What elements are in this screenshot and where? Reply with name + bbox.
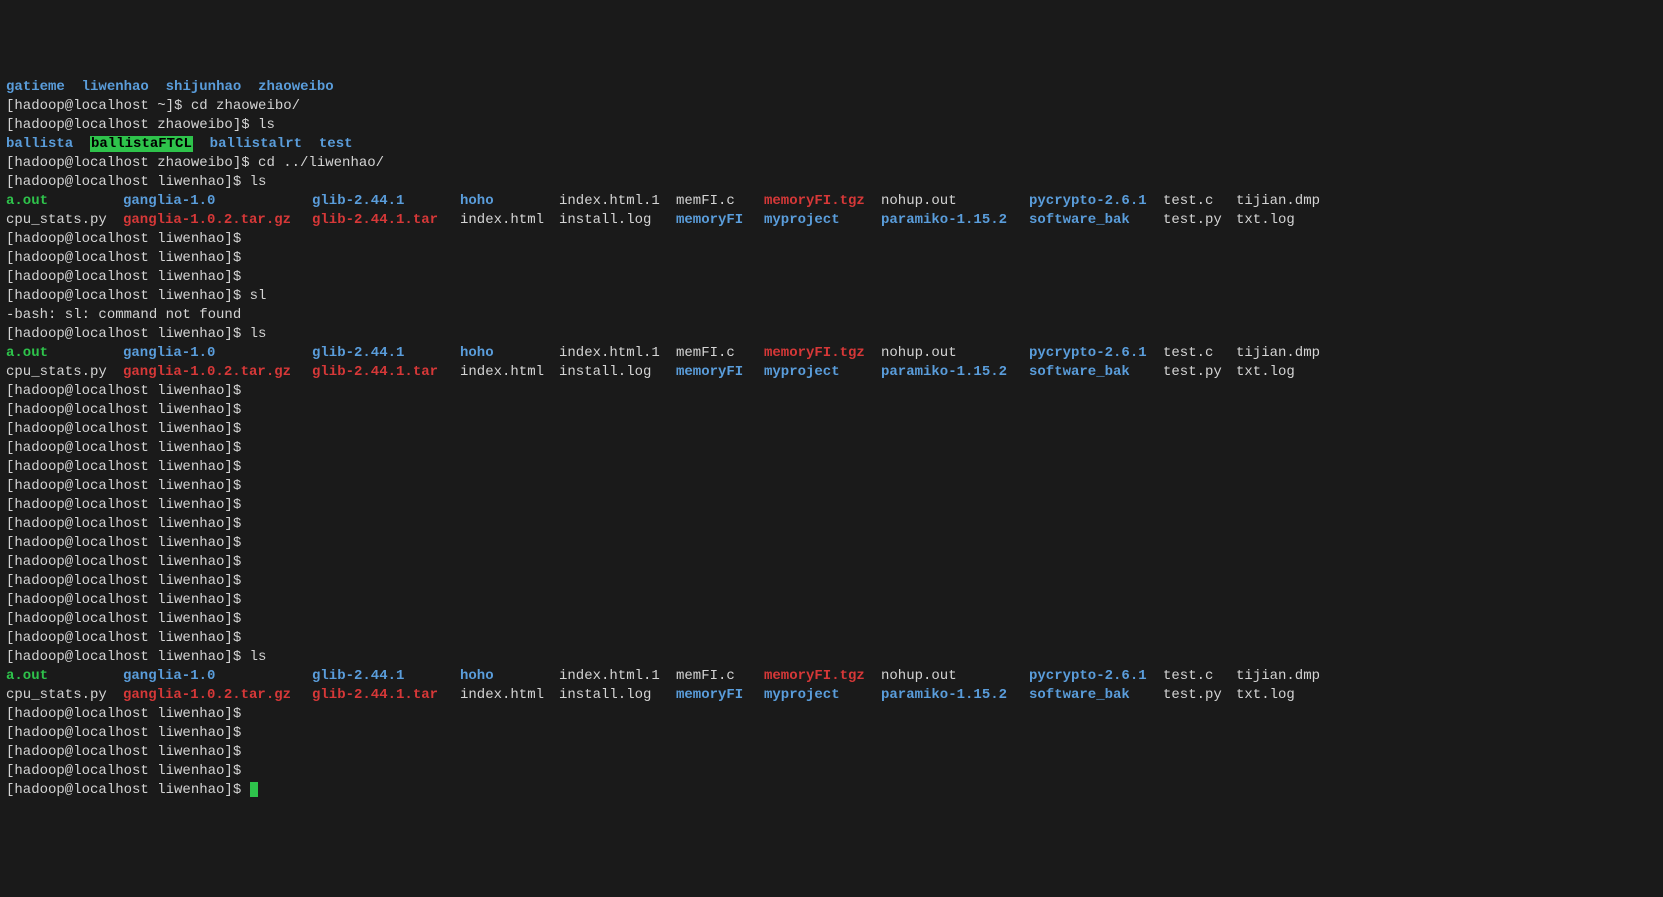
- terminal-line: [hadoop@localhost liwenhao]$: [6, 762, 1657, 781]
- terminal-line: a.outganglia-1.0glib-2.44.1hohoindex.htm…: [6, 344, 1657, 363]
- terminal-line: [hadoop@localhost liwenhao]$: [6, 591, 1657, 610]
- terminal-line: cpu_stats.pyganglia-1.0.2.tar.gzglib-2.4…: [6, 363, 1657, 382]
- terminal-line: [hadoop@localhost liwenhao]$: [6, 439, 1657, 458]
- terminal-line: [hadoop@localhost liwenhao]$: [6, 553, 1657, 572]
- terminal-line: [hadoop@localhost liwenhao]$: [6, 420, 1657, 439]
- terminal-line: [hadoop@localhost liwenhao]$: [6, 610, 1657, 629]
- terminal-line: [hadoop@localhost liwenhao]$: [6, 496, 1657, 515]
- terminal-line: [hadoop@localhost liwenhao]$: [6, 515, 1657, 534]
- terminal-line: [hadoop@localhost liwenhao]$ ls: [6, 173, 1657, 192]
- terminal-line: [hadoop@localhost liwenhao]$ ls: [6, 325, 1657, 344]
- terminal-line: [hadoop@localhost liwenhao]$: [6, 268, 1657, 287]
- terminal-line: gatieme liwenhao shijunhao zhaoweibo: [6, 78, 1657, 97]
- terminal-line: -bash: sl: command not found: [6, 306, 1657, 325]
- terminal-line: [hadoop@localhost liwenhao]$ sl: [6, 287, 1657, 306]
- terminal-line: [hadoop@localhost liwenhao]$: [6, 249, 1657, 268]
- terminal-line: a.outganglia-1.0glib-2.44.1hohoindex.htm…: [6, 667, 1657, 686]
- terminal-line: [hadoop@localhost liwenhao]$: [6, 629, 1657, 648]
- terminal-line: [hadoop@localhost zhaoweibo]$ ls: [6, 116, 1657, 135]
- terminal-line: [hadoop@localhost liwenhao]$: [6, 382, 1657, 401]
- terminal-line: [hadoop@localhost liwenhao]$: [6, 477, 1657, 496]
- terminal-line: [hadoop@localhost zhaoweibo]$ cd ../liwe…: [6, 154, 1657, 173]
- terminal-line: a.outganglia-1.0glib-2.44.1hohoindex.htm…: [6, 192, 1657, 211]
- terminal-line: [hadoop@localhost ~]$ cd zhaoweibo/: [6, 97, 1657, 116]
- terminal-line: [hadoop@localhost liwenhao]$: [6, 572, 1657, 591]
- terminal-line: [hadoop@localhost liwenhao]$: [6, 705, 1657, 724]
- terminal-line: [hadoop@localhost liwenhao]$: [6, 401, 1657, 420]
- terminal-line: [hadoop@localhost liwenhao]$: [6, 534, 1657, 553]
- terminal-line: cpu_stats.pyganglia-1.0.2.tar.gzglib-2.4…: [6, 211, 1657, 230]
- terminal-line: [hadoop@localhost liwenhao]$: [6, 724, 1657, 743]
- terminal-line: [hadoop@localhost liwenhao]$ ls: [6, 648, 1657, 667]
- terminal-line: cpu_stats.pyganglia-1.0.2.tar.gzglib-2.4…: [6, 686, 1657, 705]
- terminal-line: ballista ballistaFTCL ballistalrt test: [6, 135, 1657, 154]
- terminal-line: [hadoop@localhost liwenhao]$: [6, 230, 1657, 249]
- terminal-line: [hadoop@localhost liwenhao]$: [6, 458, 1657, 477]
- cursor[interactable]: [250, 782, 258, 797]
- terminal-output[interactable]: gatieme liwenhao shijunhao zhaoweibo[had…: [6, 78, 1657, 800]
- terminal-line: [hadoop@localhost liwenhao]$: [6, 743, 1657, 762]
